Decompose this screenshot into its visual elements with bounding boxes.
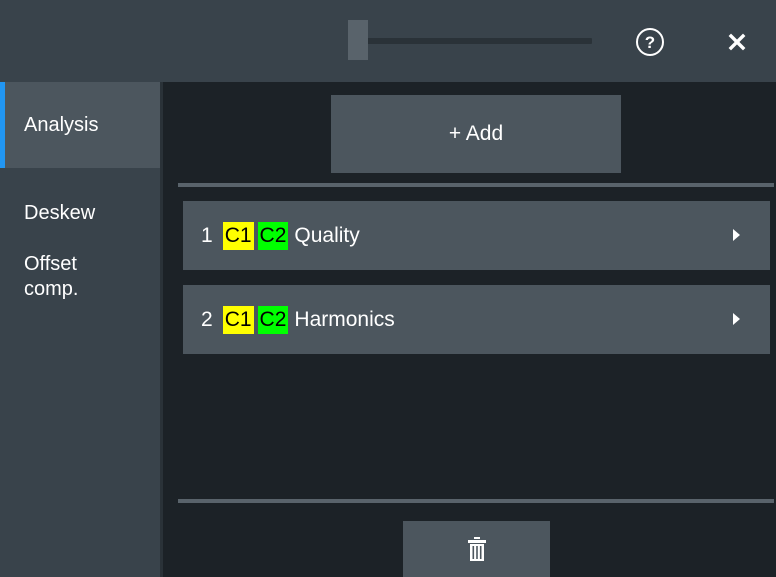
source-chip-c2: C2 <box>257 221 289 250</box>
help-button[interactable]: ? <box>636 28 664 56</box>
bottom-divider <box>178 499 774 503</box>
transparency-slider-track[interactable] <box>350 38 592 44</box>
measurement-row-2[interactable]: 2 C1 C2 Harmonics <box>183 285 770 354</box>
sidebar-item-label: Offset comp. <box>24 253 79 300</box>
chevron-right-icon <box>733 229 740 241</box>
top-divider <box>178 183 774 187</box>
chevron-right-icon <box>733 313 740 325</box>
transparency-slider-handle[interactable] <box>348 20 368 60</box>
sidebar-item-analysis[interactable]: Analysis <box>0 82 160 168</box>
row-name: Quality <box>294 223 360 247</box>
sidebar-divider <box>160 82 163 577</box>
sidebar: Analysis Deskew Offset comp. <box>0 82 160 577</box>
close-icon <box>728 33 746 51</box>
sidebar-item-offset-comp[interactable]: Offset comp. <box>0 246 160 326</box>
delete-button[interactable] <box>403 521 550 577</box>
source-chip-c1: C1 <box>222 221 254 250</box>
help-circle-icon: ? <box>644 32 656 52</box>
row-number: 2 <box>201 307 213 331</box>
source-chip-c2: C2 <box>257 305 289 334</box>
add-button[interactable]: + Add <box>331 95 621 173</box>
sidebar-item-deskew[interactable]: Deskew <box>0 168 160 246</box>
measurement-dialog: ? Analysis Deskew Offset comp. + Add 1 C… <box>0 0 776 577</box>
title-bar: ? <box>0 0 776 82</box>
source-chip-c1: C1 <box>222 305 254 334</box>
add-button-label: + Add <box>448 122 504 145</box>
sidebar-item-label: Analysis <box>24 113 99 136</box>
row-name: Harmonics <box>294 307 395 331</box>
sidebar-item-label: Deskew <box>24 202 96 224</box>
trash-icon <box>467 537 486 561</box>
measurement-row-1[interactable]: 1 C1 C2 Quality <box>183 201 770 270</box>
row-number: 1 <box>201 223 213 247</box>
close-button[interactable] <box>722 26 752 58</box>
